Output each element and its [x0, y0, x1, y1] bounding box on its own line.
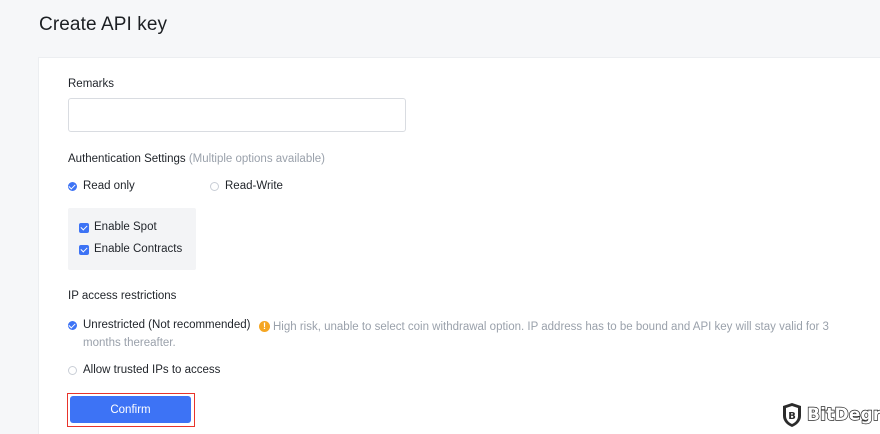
- warning-icon: !: [259, 321, 270, 332]
- radio-read-write-label: Read-Write: [225, 180, 283, 192]
- radio-read-only[interactable]: Read only: [68, 180, 178, 196]
- checkbox-enable-spot-label: Enable Spot: [94, 221, 157, 233]
- confirm-highlight: Confirm: [67, 393, 195, 427]
- checkbox-checked-icon: [79, 223, 89, 233]
- warning-line-1: High risk, unable to select coin withdra…: [273, 321, 829, 333]
- radio-unchecked-icon: [68, 366, 77, 375]
- confirm-button[interactable]: Confirm: [70, 396, 191, 423]
- warning-line-2: months thereafter.: [83, 337, 176, 349]
- ip-restrictions-label: IP access restrictions: [68, 290, 177, 302]
- radio-read-write[interactable]: Read-Write: [210, 180, 320, 196]
- warning-message: High risk, unable to select coin withdra…: [273, 319, 853, 335]
- remarks-label: Remarks: [68, 78, 115, 90]
- radio-trusted-ips-label: Allow trusted IPs to access: [83, 364, 221, 376]
- radio-unrestricted[interactable]: Unrestricted (Not recommended): [68, 319, 258, 335]
- page-title: Create API key: [39, 14, 168, 35]
- warning-message-cont: months thereafter.: [83, 335, 383, 351]
- checkbox-checked-icon: [79, 245, 89, 255]
- auth-settings-title: Authentication Settings: [68, 153, 186, 165]
- brand-name: BitDegree: [806, 404, 880, 425]
- radio-checked-icon: [68, 321, 77, 330]
- radio-read-only-label: Read only: [83, 180, 135, 192]
- radio-unrestricted-label: Unrestricted (Not recommended): [83, 319, 251, 331]
- checkbox-enable-contracts[interactable]: Enable Contracts: [79, 243, 194, 257]
- auth-settings-label: Authentication Settings (Multiple option…: [68, 153, 325, 165]
- radio-unchecked-icon: [210, 182, 219, 191]
- brand-watermark: B BitDegree: [781, 402, 880, 428]
- radio-trusted-ips[interactable]: Allow trusted IPs to access: [68, 364, 248, 380]
- create-api-key-form: Remarks Authentication Settings (Multipl…: [38, 57, 880, 434]
- checkbox-enable-contracts-label: Enable Contracts: [94, 243, 183, 255]
- svg-text:B: B: [788, 411, 796, 422]
- checkbox-enable-spot[interactable]: Enable Spot: [79, 221, 189, 235]
- radio-checked-icon: [68, 182, 77, 191]
- auth-settings-hint: (Multiple options available): [188, 153, 325, 165]
- permission-options: Enable Spot Enable Contracts: [68, 208, 196, 270]
- bitdegree-shield-icon: B: [783, 403, 801, 427]
- remarks-input[interactable]: [68, 98, 406, 132]
